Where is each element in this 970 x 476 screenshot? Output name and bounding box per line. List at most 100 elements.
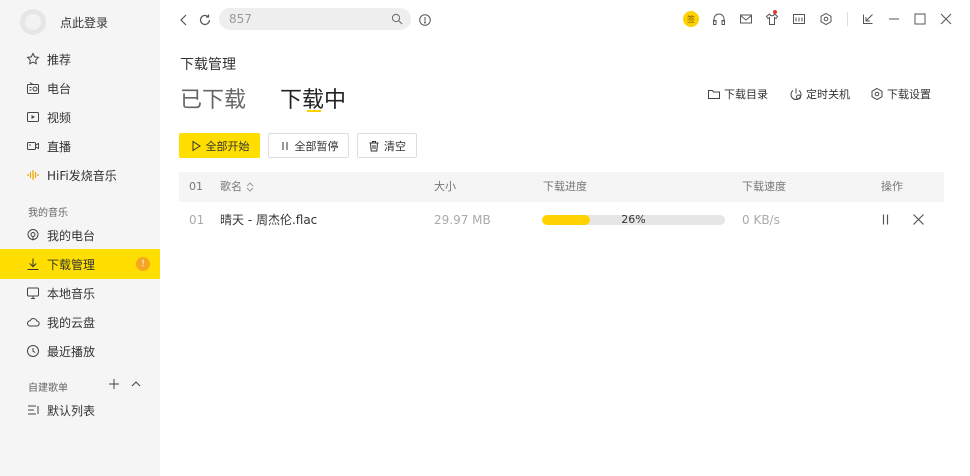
notification-dot [773, 10, 777, 14]
active-tab-indicator [307, 110, 321, 112]
sidebar-item-label: 视频 [47, 110, 72, 125]
maximize-icon[interactable] [913, 12, 927, 26]
podcast-icon [27, 229, 39, 241]
settings-icon [871, 87, 883, 101]
search-icon[interactable] [391, 13, 403, 25]
playlists-section-title: 自建歌单 [28, 383, 68, 394]
live-camera-icon [27, 142, 39, 150]
download-directory-button[interactable]: 下载目录 [707, 86, 768, 102]
sidebar-item-cloud-drive[interactable]: 我的云盘 [0, 307, 160, 337]
notification-badge: ! [136, 257, 150, 271]
sidebar-item-label: 下载管理 [47, 257, 96, 272]
row-file-size: 29.97 MB [434, 213, 491, 227]
trash-icon [369, 140, 379, 151]
sidebar-item-download-manager[interactable]: 下载管理 ! [0, 249, 160, 279]
header-progress: 下载进度 [543, 180, 587, 193]
video-icon [27, 112, 39, 122]
sidebar-item-label: 推荐 [47, 52, 72, 67]
user-login[interactable]: 点此登录 [20, 8, 108, 36]
plus-icon[interactable] [108, 378, 120, 390]
sidebar-item-local-music[interactable]: 本地音乐 [0, 278, 160, 308]
list-icon [28, 405, 39, 415]
download-settings-button[interactable]: 下载设置 [870, 86, 931, 102]
header-speed: 下载速度 [742, 180, 786, 193]
vip-sign-in-icon[interactable]: 签 [683, 11, 699, 27]
pause-all-label: 全部暂停 [294, 139, 339, 153]
sidebar-item-video[interactable]: 视频 [0, 102, 160, 132]
monitor-icon [27, 287, 39, 299]
compact-mode-icon[interactable] [861, 12, 875, 26]
sidebar-item-live[interactable]: 直播 [0, 131, 160, 161]
sidebar-item-label: 电台 [47, 81, 72, 96]
sidebar-item-radio[interactable]: 电台 [0, 73, 160, 103]
hifi-waveform-icon [27, 170, 39, 180]
timer-shutdown-button[interactable]: 定时关机 [789, 86, 850, 102]
row-download-speed: 0 KB/s [742, 213, 780, 227]
tab-downloaded[interactable]: 已下载 [180, 82, 246, 114]
pause-all-button[interactable]: 全部暂停 [268, 133, 349, 158]
sidebar-item-label: HiFi发烧音乐 [47, 168, 117, 183]
search-input[interactable] [229, 11, 379, 27]
cloud-icon [27, 318, 40, 327]
download-directory-label: 下载目录 [724, 88, 768, 101]
sidebar-item-label: 我的电台 [47, 228, 96, 243]
refresh-icon[interactable] [198, 13, 212, 27]
folder-icon [708, 90, 720, 99]
sidebar-item-label: 我的云盘 [47, 315, 96, 330]
toolbar-divider [847, 12, 848, 26]
playlist-actions [108, 378, 142, 390]
clear-label: 清空 [384, 139, 406, 153]
sidebar-item-default-playlist[interactable]: 默认列表 [0, 395, 160, 425]
sidebar-item-my-radio[interactable]: 我的电台 [0, 220, 160, 250]
mini-player-icon[interactable] [792, 12, 806, 26]
star-icon [26, 52, 40, 65]
sidebar-item-label: 最近播放 [47, 344, 96, 359]
search-box[interactable] [219, 8, 411, 30]
download-icon [27, 258, 39, 270]
sidebar-item-label: 本地音乐 [47, 286, 96, 301]
header-index: 01 [189, 180, 203, 193]
close-icon[interactable] [912, 213, 925, 226]
sort-icon[interactable] [246, 182, 254, 192]
table-header: 01 歌名 大小 下载进度 下载速度 操作 [179, 172, 944, 202]
mail-icon[interactable] [739, 12, 753, 26]
header-song-label: 歌名 [220, 180, 242, 193]
header-actions: 操作 [881, 180, 903, 193]
start-all-button[interactable]: 全部开始 [179, 133, 260, 158]
minimize-icon[interactable] [887, 12, 901, 26]
back-icon[interactable] [177, 13, 191, 27]
skin-shirt-icon[interactable] [765, 12, 779, 26]
pause-icon[interactable] [879, 213, 892, 226]
play-icon [192, 140, 201, 151]
radio-icon [27, 82, 39, 94]
avatar[interactable] [20, 9, 46, 35]
timer-shutdown-label: 定时关机 [806, 88, 850, 101]
table-row[interactable]: 01 晴天 - 周杰伦.flac 29.97 MB 26% 0 KB/s [179, 205, 944, 235]
sidebar-item-label: 默认列表 [47, 403, 96, 418]
settings-icon[interactable] [819, 12, 833, 26]
app-window: 点此登录 推荐 电台 视频 直播 HiFi发烧音乐 我的音乐 我的电台 下载管理… [0, 0, 970, 476]
sidebar-item-label: 直播 [47, 139, 72, 154]
sidebar-item-recommend[interactable]: 推荐 [0, 44, 160, 74]
start-all-label: 全部开始 [205, 139, 250, 153]
page-title: 下载管理 [180, 57, 236, 73]
sidebar: 点此登录 推荐 电台 视频 直播 HiFi发烧音乐 我的音乐 我的电台 下载管理… [0, 0, 160, 476]
login-label[interactable]: 点此登录 [60, 14, 108, 31]
sidebar-item-recent[interactable]: 最近播放 [0, 336, 160, 366]
download-settings-label: 下载设置 [887, 88, 931, 101]
pause-icon [282, 141, 287, 150]
row-song-name: 晴天 - 周杰伦.flac [220, 213, 318, 227]
sidebar-item-hifi[interactable]: HiFi发烧音乐 [0, 160, 160, 190]
my-music-section-title: 我的音乐 [28, 208, 68, 219]
chevron-up-icon[interactable] [130, 378, 142, 390]
close-icon[interactable] [939, 12, 953, 26]
clear-button[interactable]: 清空 [357, 133, 417, 158]
row-index: 01 [189, 213, 205, 227]
download-progress-text: 26% [621, 213, 646, 226]
voice-search-icon[interactable] [418, 13, 432, 27]
header-size: 大小 [434, 180, 456, 193]
timer-power-icon [790, 88, 802, 100]
headphones-icon[interactable] [712, 12, 726, 26]
header-song[interactable]: 歌名 [220, 172, 254, 202]
clock-icon [27, 345, 39, 357]
